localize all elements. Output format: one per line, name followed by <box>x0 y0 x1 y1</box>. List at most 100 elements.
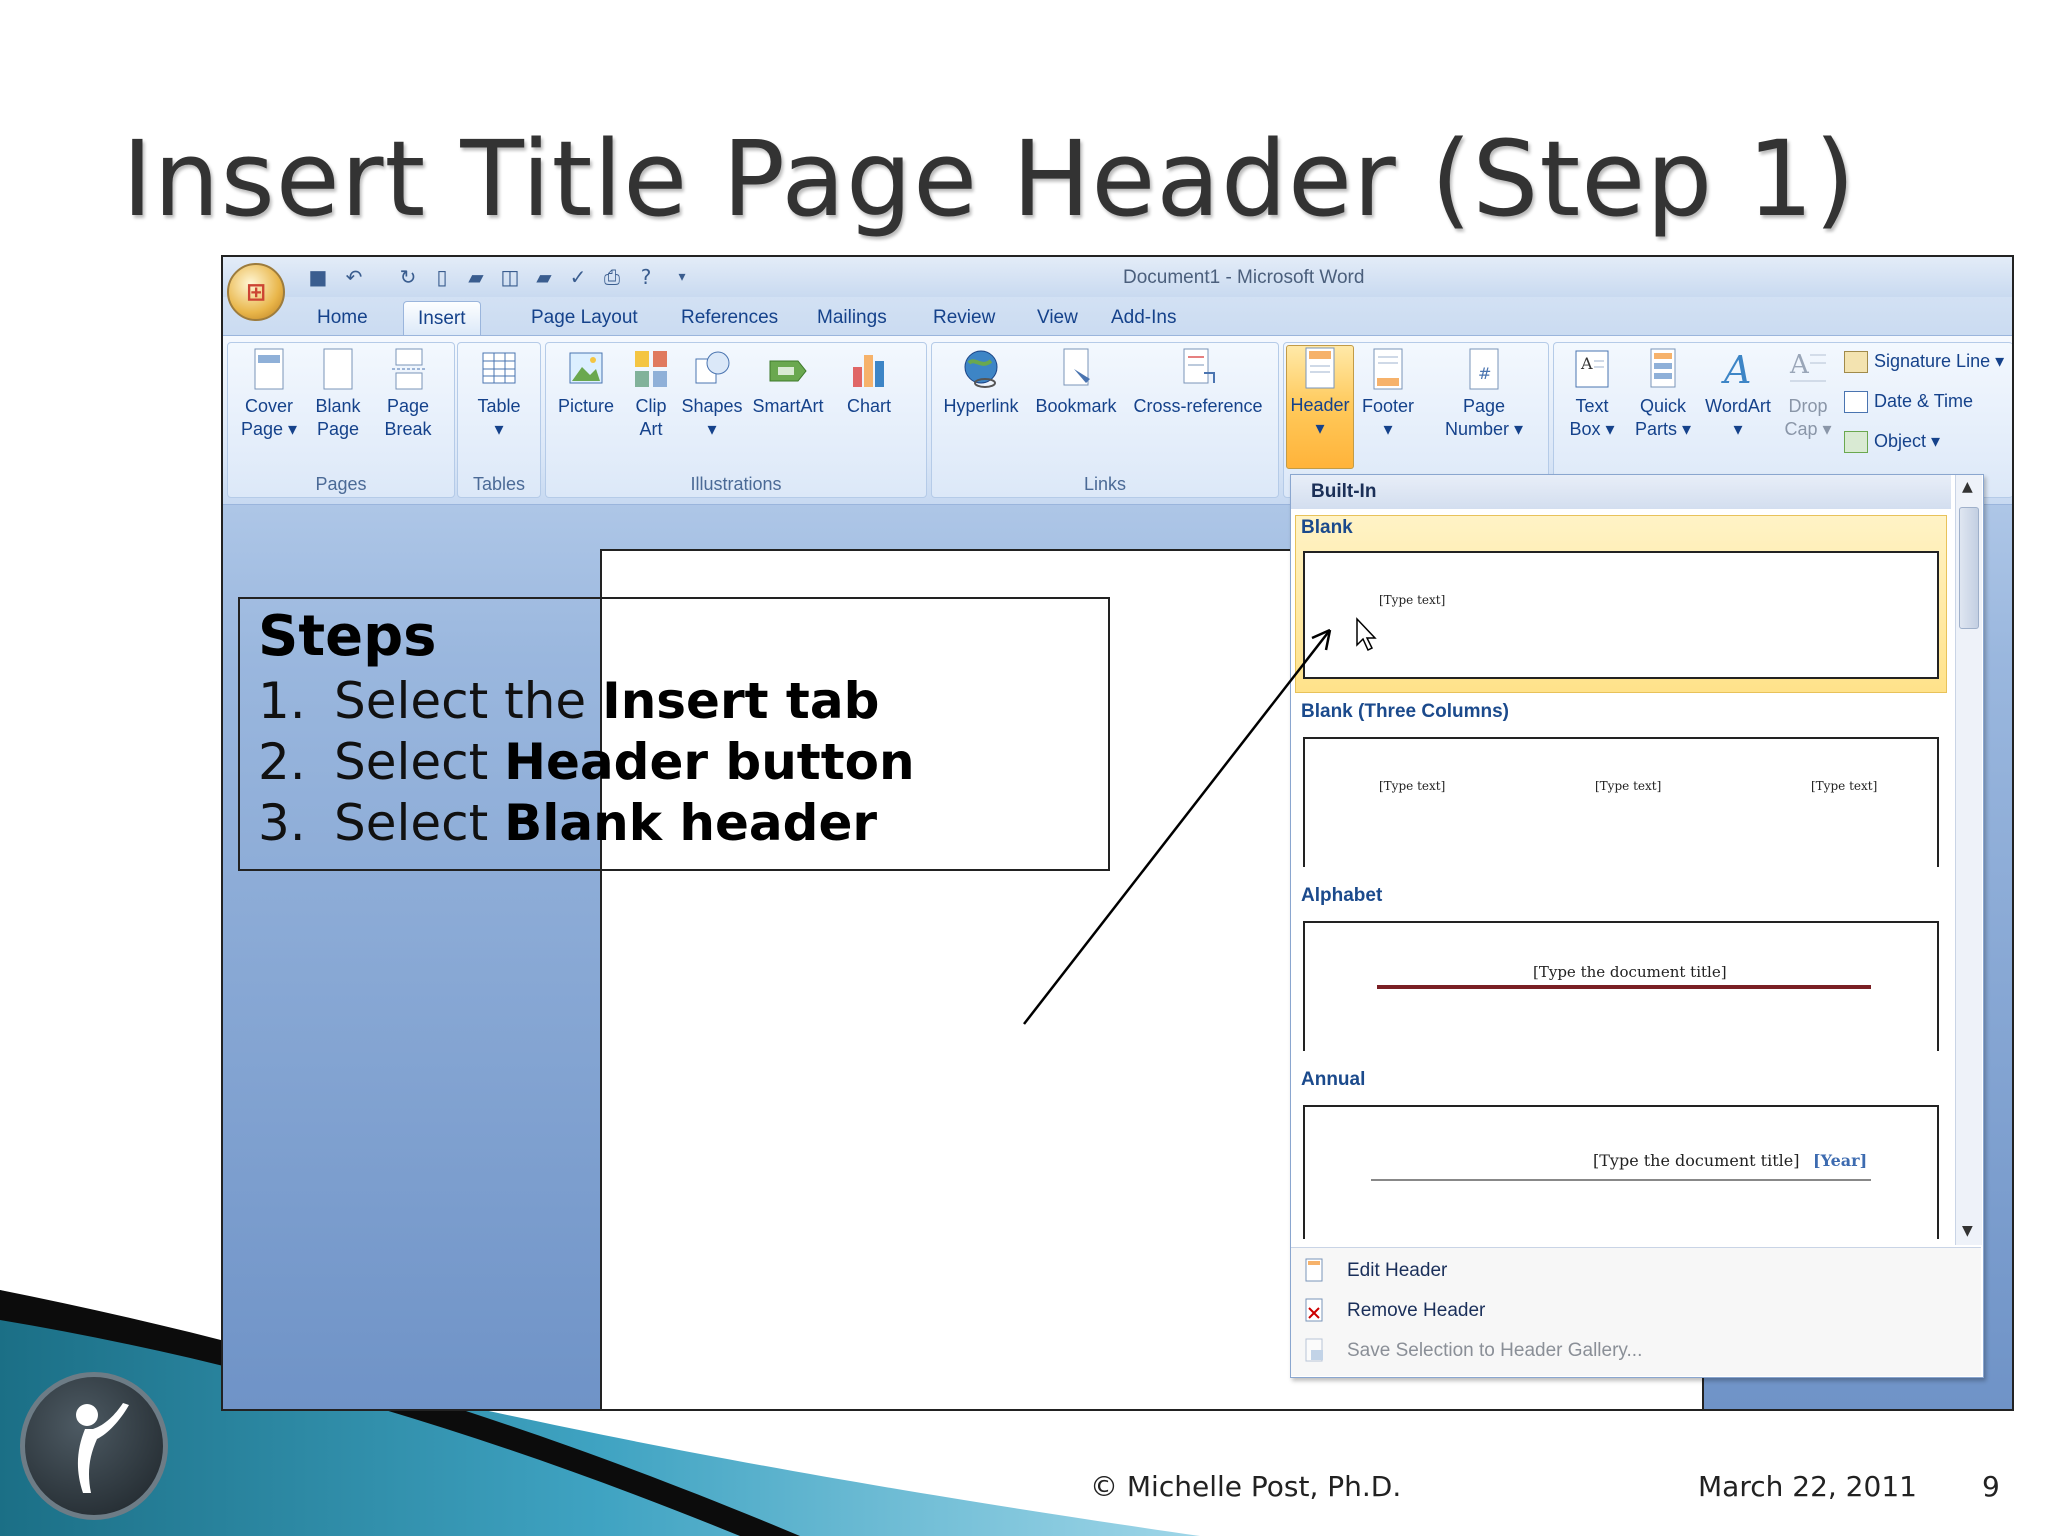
page-break-label-2: Break <box>384 419 432 439</box>
signature-line-label: Signature Line ▾ <box>1874 351 2005 371</box>
undo-icon[interactable]: ↶ <box>341 265 367 289</box>
page-number-label-1: Page <box>1462 396 1506 416</box>
preview-blank-three-columns[interactable]: [Type text] [Type text] [Type text] <box>1303 737 1939 867</box>
page-number-button[interactable]: # Page Number ▾ <box>1424 347 1544 441</box>
svg-text:A: A <box>1721 348 1751 391</box>
blank-page-icon <box>323 348 353 390</box>
redo-icon[interactable]: ↻ <box>395 265 421 289</box>
gallery-scrollbar[interactable]: ▲ ▼ <box>1955 475 1982 1245</box>
preview-blank[interactable]: [Type text] <box>1303 551 1939 679</box>
hyperlink-icon <box>964 350 998 388</box>
svg-text:#: # <box>1478 364 1491 383</box>
preview-alphabet[interactable]: [Type the document title] <box>1303 921 1939 1051</box>
edit-header-command[interactable]: Edit Header <box>1347 1260 1447 1282</box>
tab-home[interactable]: Home <box>303 301 382 335</box>
bookmark-label: Bookmark <box>1035 396 1117 416</box>
help-icon[interactable]: ? <box>633 265 659 289</box>
scroll-up-icon[interactable]: ▲ <box>1962 479 1973 495</box>
new-document-icon[interactable]: ▯ <box>429 265 455 289</box>
scroll-thumb[interactable] <box>1959 507 1979 629</box>
step-emphasis: Insert tab <box>602 672 880 730</box>
page-break-button[interactable]: Page Break <box>376 347 440 441</box>
quick-parts-label-2: Parts ▾ <box>1634 419 1692 439</box>
group-illustrations: Picture Clip Art Shapes ▾ SmartArt Chart… <box>545 342 927 498</box>
clip-art-label-1: Clip <box>635 396 667 416</box>
quick-access-toolbar: ■ ↶ ↻ ▯ ▰ ◫ ▰ ✓ ⎙ ? ▾ Document1 - Micros… <box>223 257 2012 297</box>
cover-page-button[interactable]: Cover Page ▾ <box>234 347 304 441</box>
cross-reference-label: Cross-reference <box>1133 396 1263 416</box>
table-label-1: Table <box>477 396 521 416</box>
group-label-illustrations: Illustrations <box>690 474 782 494</box>
step-3: 3. Select Blank header <box>258 794 877 852</box>
wordart-button[interactable]: A WordArt ▾ <box>1698 347 1778 441</box>
tab-insert[interactable]: Insert <box>403 301 481 336</box>
table-button[interactable]: Table ▾ <box>464 347 534 441</box>
preview-annual[interactable]: [Type the document title] [Year] <box>1303 1105 1939 1239</box>
object-button[interactable]: Object ▾ <box>1844 431 1941 454</box>
logo-icon <box>20 1372 168 1520</box>
footer-label-1: Footer <box>1361 396 1415 416</box>
placeholder-text: [Type text] <box>1595 779 1662 793</box>
object-label: Object ▾ <box>1874 431 1941 451</box>
placeholder-title: [Type the document title] <box>1533 963 1727 981</box>
cover-page-label-1: Cover <box>244 396 293 416</box>
text-box-button[interactable]: A Text Box ▾ <box>1556 347 1628 441</box>
placeholder-text: [Type text] <box>1379 779 1446 793</box>
blank-page-button[interactable]: Blank Page <box>308 347 368 441</box>
open-folder-icon[interactable]: ▰ <box>463 265 489 289</box>
header-button[interactable]: Header ▾ <box>1286 345 1354 469</box>
quick-parts-button[interactable]: Quick Parts ▾ <box>1630 347 1696 441</box>
tab-references[interactable]: References <box>667 301 792 335</box>
tab-review[interactable]: Review <box>919 301 1009 335</box>
shapes-button[interactable]: Shapes ▾ <box>680 347 744 441</box>
table-icon <box>482 352 516 384</box>
tab-mailings[interactable]: Mailings <box>803 301 901 335</box>
quick-parts-label-1: Quick <box>1639 396 1686 416</box>
bookmark-button[interactable]: Bookmark <box>1030 347 1122 418</box>
calendar-icon <box>1844 391 1868 414</box>
drop-cap-button[interactable]: A Drop Cap ▾ <box>1780 347 1836 441</box>
text-box-icon: A <box>1575 350 1609 388</box>
save-icon[interactable]: ■ <box>305 265 331 289</box>
tab-add-ins[interactable]: Add-Ins <box>1097 301 1190 335</box>
step-text: Select the <box>334 672 603 730</box>
customize-qat-icon[interactable]: ▾ <box>669 265 695 289</box>
clip-art-button[interactable]: Clip Art <box>626 347 676 441</box>
page-break-label-1: Page <box>386 396 430 416</box>
remove-header-command[interactable]: Remove Header <box>1347 1300 1485 1322</box>
gallery-item-label-alphabet: Alphabet <box>1301 885 1383 906</box>
picture-button[interactable]: Picture <box>550 347 622 418</box>
gallery-item-label-blank: Blank <box>1301 517 1353 538</box>
spelling-icon[interactable]: ✓ <box>565 265 591 289</box>
footer-button[interactable]: Footer ▾ <box>1356 347 1420 441</box>
smartart-label: SmartArt <box>752 396 824 416</box>
footer-copyright: © Michelle Post, Ph.D. <box>1090 1470 1402 1503</box>
drop-cap-label-1: Drop <box>1788 396 1828 416</box>
tab-page-layout[interactable]: Page Layout <box>517 301 652 335</box>
header-label-2: ▾ <box>1315 418 1325 438</box>
text-box-label-1: Text <box>1575 396 1609 416</box>
print-icon[interactable]: ⎙ <box>599 265 625 289</box>
folder-icon[interactable]: ▰ <box>531 265 557 289</box>
footer-icon <box>1373 348 1403 390</box>
page-number-label-2: Number ▾ <box>1444 419 1524 439</box>
tab-view[interactable]: View <box>1023 301 1092 335</box>
date-time-label: Date & Time <box>1874 391 1974 411</box>
window-title: Document1 - Microsoft Word <box>1123 267 1365 288</box>
annual-rule <box>1371 1179 1871 1181</box>
placeholder-text: [Type text] <box>1379 593 1446 607</box>
signature-line-button[interactable]: Signature Line ▾ <box>1844 351 2005 374</box>
scroll-down-icon[interactable]: ▼ <box>1962 1223 1973 1239</box>
cross-reference-button[interactable]: Cross-reference <box>1124 347 1272 418</box>
print-preview-icon[interactable]: ◫ <box>497 265 523 289</box>
step-number: 3. <box>258 794 306 852</box>
placeholder-text: [Type text] <box>1811 779 1878 793</box>
save-to-gallery-command: Save Selection to Header Gallery... <box>1347 1340 1643 1361</box>
clip-art-label-2: Art <box>639 419 663 439</box>
date-time-button[interactable]: Date & Time <box>1844 391 1974 414</box>
chart-button[interactable]: Chart <box>834 347 904 418</box>
step-2: 2. Select Header button <box>258 733 915 791</box>
svg-text:A: A <box>1580 354 1593 373</box>
smartart-button[interactable]: SmartArt <box>748 347 828 418</box>
hyperlink-button[interactable]: Hyperlink <box>936 347 1026 418</box>
